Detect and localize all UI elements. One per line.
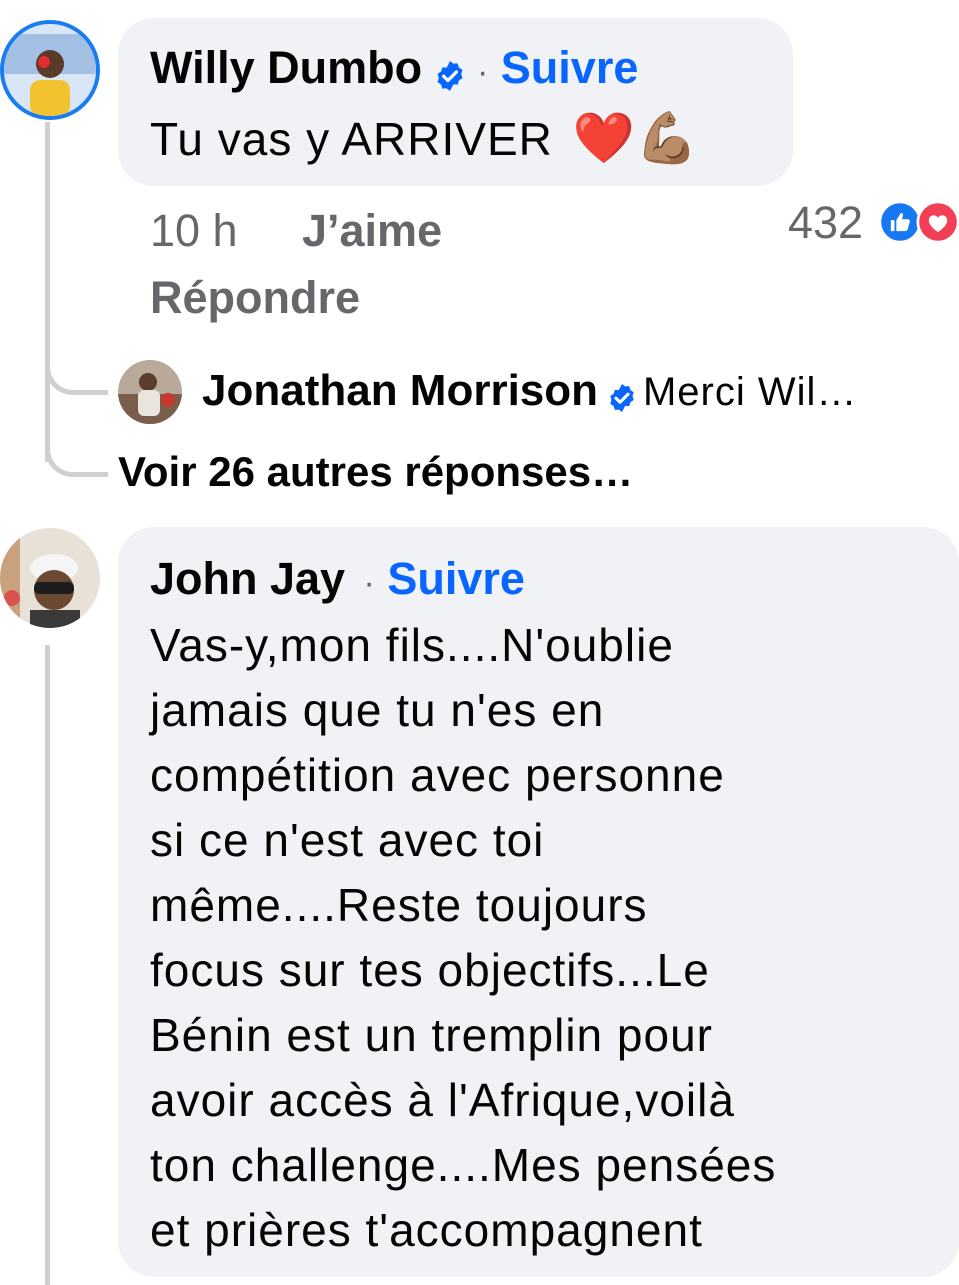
follow-button[interactable]: Suivre [501, 42, 639, 93]
follow-button[interactable]: Suivre [387, 553, 525, 604]
comment-line: avoir accès à l'Afrique,voilà [150, 1074, 735, 1126]
comment-line: compétition avec personne [150, 749, 725, 801]
avatar-willy-dumbo-icon [4, 24, 96, 116]
separator-dot: · [477, 53, 489, 91]
comment-line: et prières t'accompagnent [150, 1204, 703, 1256]
comment-bubble-john: John Jay · Suivre Vas-y,mon fils....N'ou… [118, 527, 959, 1277]
avatar-john-jay-icon [0, 528, 100, 628]
thread-curve-reply [45, 340, 108, 395]
avatar-willy-dumbo[interactable] [0, 20, 100, 120]
comment-line: jamais que tu n'es en [150, 684, 605, 736]
verified-badge-icon [606, 382, 638, 419]
thread-line-2 [45, 645, 50, 1285]
comment-header: Willy Dumbo · Suivre [150, 42, 638, 98]
reaction-count[interactable]: 432 [788, 197, 863, 249]
reply-button[interactable]: Répondre [150, 272, 360, 324]
reply-author-name[interactable]: Jonathan Morrison [202, 366, 598, 415]
comment-line: Vas-y,mon fils....N'oublie [150, 619, 674, 671]
view-more-replies-link[interactable]: Voir 26 autres réponses… [118, 448, 633, 496]
thread-curve-more [45, 420, 108, 477]
author-name[interactable]: John Jay [150, 553, 345, 604]
comment-text: Tu vas y ARRIVER ❤️💪🏽 [150, 110, 700, 166]
like-button[interactable]: J’aime [302, 205, 442, 257]
comment-line: ton challenge....Mes pensées [150, 1139, 777, 1191]
avatar-john-jay[interactable] [0, 528, 100, 628]
comment-time: 10 h [150, 205, 238, 256]
reply-preview[interactable]: Jonathan Morrison Merci Wil… [202, 366, 857, 419]
comment-bubble-willy: Willy Dumbo · Suivre Tu vas y ARRIVER ❤️… [118, 18, 793, 186]
reaction-icons[interactable] [878, 200, 959, 244]
thread-line-1 [45, 122, 50, 462]
avatar-jonathan-morrison-icon [118, 360, 182, 424]
emoji-heart-muscle: ❤️💪🏽 [572, 110, 700, 166]
reply-preview-text: Merci Wil… [642, 370, 858, 414]
verified-badge-icon [433, 59, 467, 98]
author-name[interactable]: Willy Dumbo [150, 42, 422, 93]
love-icon [916, 200, 959, 244]
comment-header: John Jay · Suivre [150, 553, 525, 605]
comment-line: focus sur tes objectifs...Le [150, 944, 710, 996]
comment-line: si ce n'est avec toi [150, 814, 545, 866]
comment-line: Bénin est un tremplin pour [150, 1009, 713, 1061]
avatar-jonathan-morrison[interactable] [118, 360, 182, 424]
comment-text: Vas-y,mon fils....N'oublie jamais que tu… [150, 613, 776, 1263]
separator-dot: · [363, 564, 375, 602]
comment-line: même....Reste toujours [150, 879, 648, 931]
